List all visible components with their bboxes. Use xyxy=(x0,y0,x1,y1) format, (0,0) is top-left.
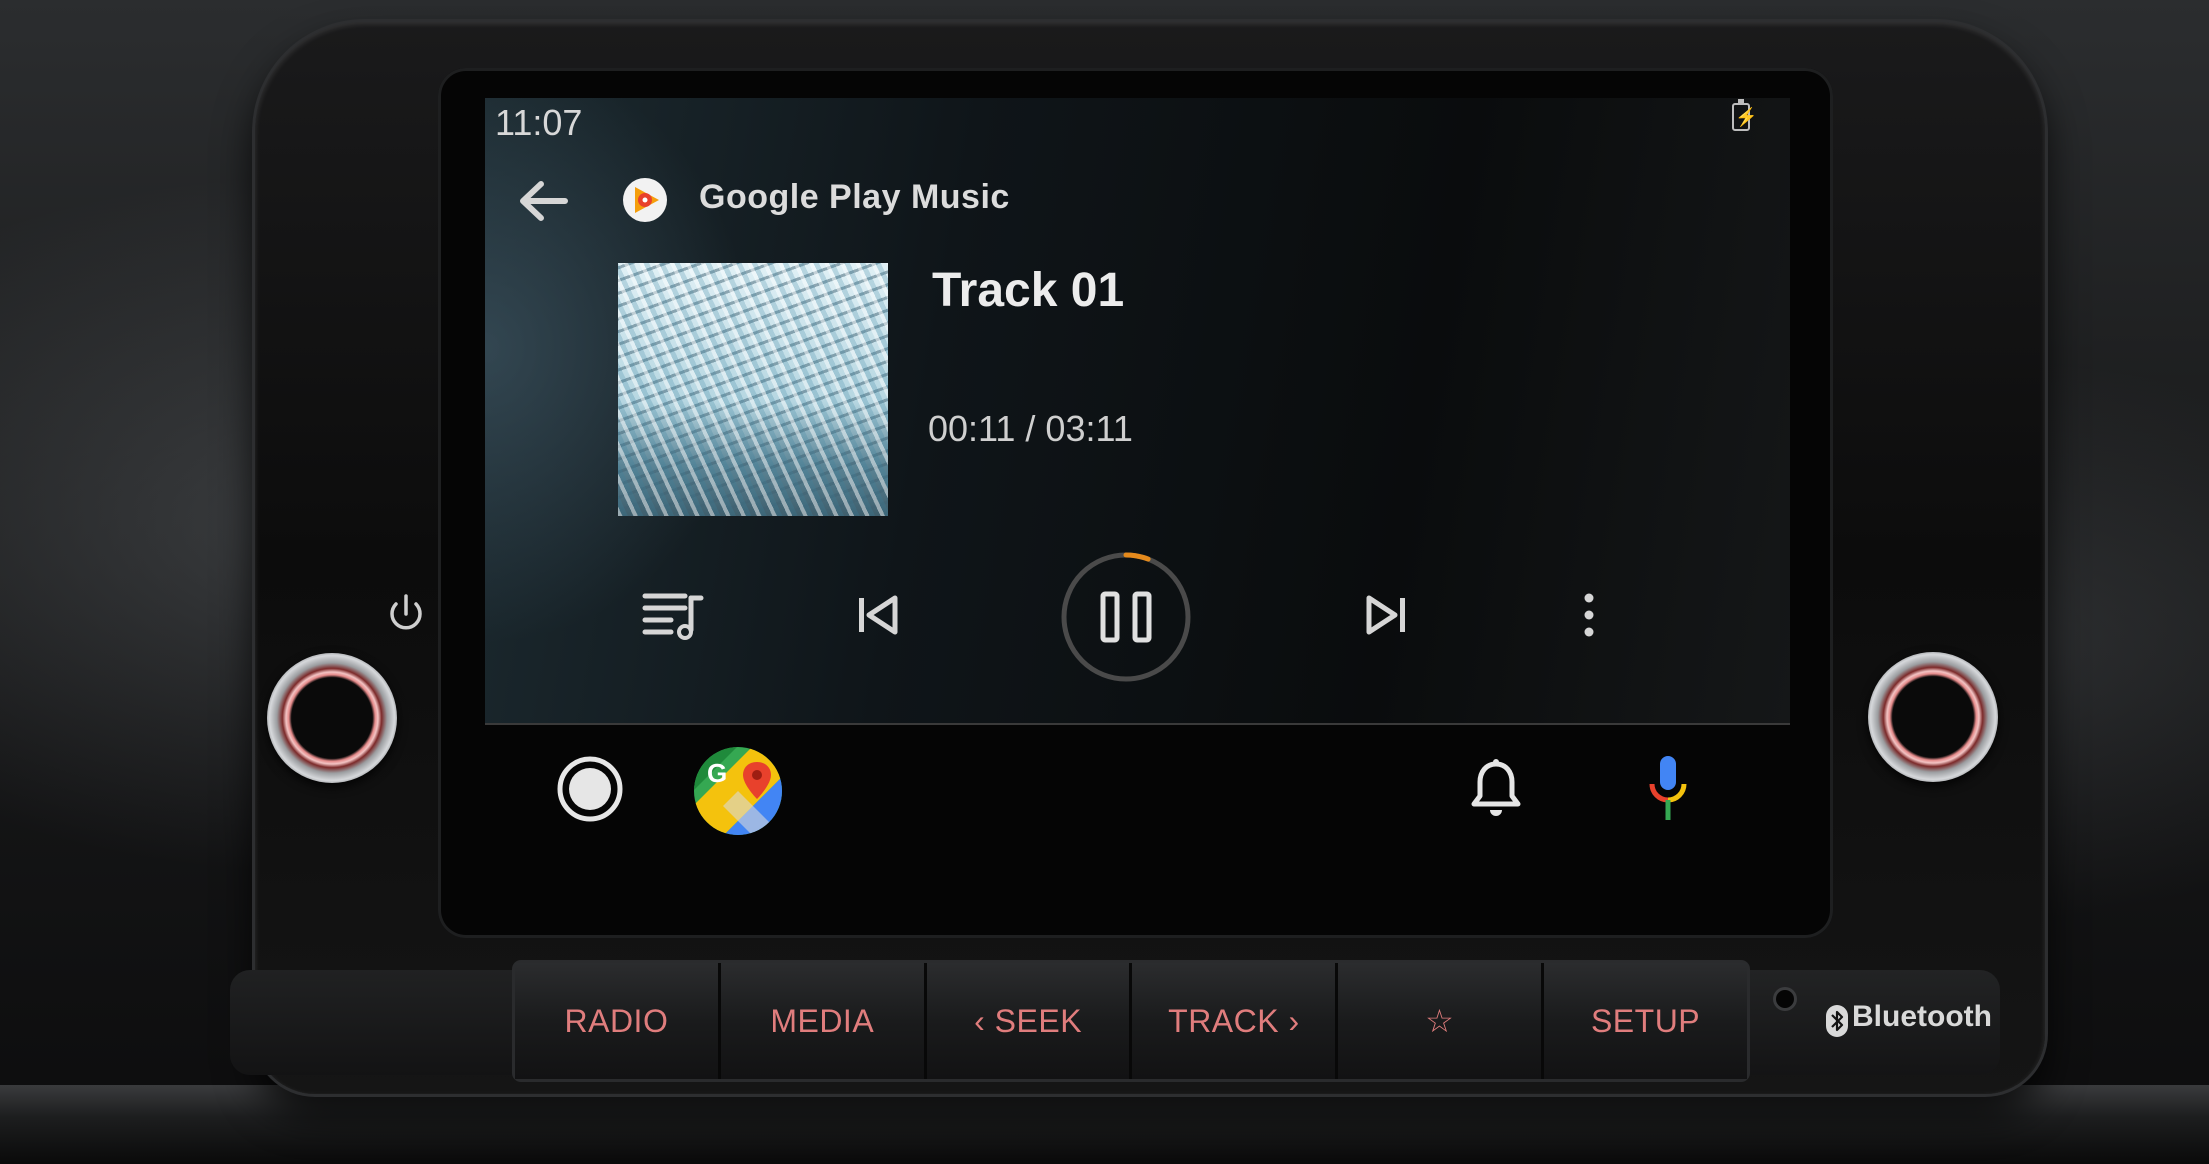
bell-icon[interactable] xyxy=(1470,758,1522,818)
bluetooth-icon xyxy=(1826,1005,1848,1037)
nav-divider xyxy=(485,723,1790,725)
tune-knob[interactable] xyxy=(1868,652,1998,782)
button-panel-left xyxy=(230,970,515,1075)
album-art xyxy=(618,263,888,516)
android-auto-screen: 11:07 ⚡ Google Play Music Track 01 00:11… xyxy=(485,98,1790,840)
track-time: 00:11 / 03:11 xyxy=(928,408,1133,449)
radio-button[interactable]: RADIO xyxy=(515,963,721,1079)
status-time: 11:07 xyxy=(495,102,583,143)
seek-button[interactable]: ‹ SEEK xyxy=(926,963,1133,1079)
arrow-back-icon[interactable] xyxy=(515,176,571,226)
pause-button[interactable] xyxy=(1059,550,1193,684)
microphone-icon[interactable] xyxy=(1647,754,1689,822)
dashboard-trim xyxy=(0,1085,2209,1164)
app-title: Google Play Music xyxy=(699,178,1010,216)
setup-button[interactable]: SETUP xyxy=(1544,963,1747,1079)
more-vert-icon[interactable] xyxy=(1579,590,1599,640)
battery-charging-icon: ⚡ xyxy=(1732,99,1757,131)
google-play-music-logo xyxy=(623,178,667,222)
track-title: Track 01 xyxy=(932,264,1125,317)
bluetooth-label: Bluetooth xyxy=(1852,1000,1992,1033)
track-button[interactable]: TRACK › xyxy=(1132,963,1339,1079)
google-maps-icon[interactable]: G xyxy=(693,746,783,836)
hardware-button-bar: RADIO MEDIA ‹ SEEK TRACK › ☆ SETUP xyxy=(515,963,1747,1079)
svg-text:G: G xyxy=(707,758,727,788)
skip-next-icon[interactable] xyxy=(1363,592,1411,638)
skip-previous-icon[interactable] xyxy=(853,592,901,638)
volume-knob[interactable] xyxy=(267,653,397,783)
power-icon[interactable] xyxy=(384,592,428,636)
pause-icon xyxy=(1100,591,1152,643)
media-button[interactable]: MEDIA xyxy=(720,963,927,1079)
home-circle-icon[interactable] xyxy=(555,754,625,824)
playlist-icon[interactable] xyxy=(641,588,705,640)
favorite-button[interactable]: ☆ xyxy=(1338,963,1545,1079)
microphone-hole xyxy=(1776,990,1794,1008)
